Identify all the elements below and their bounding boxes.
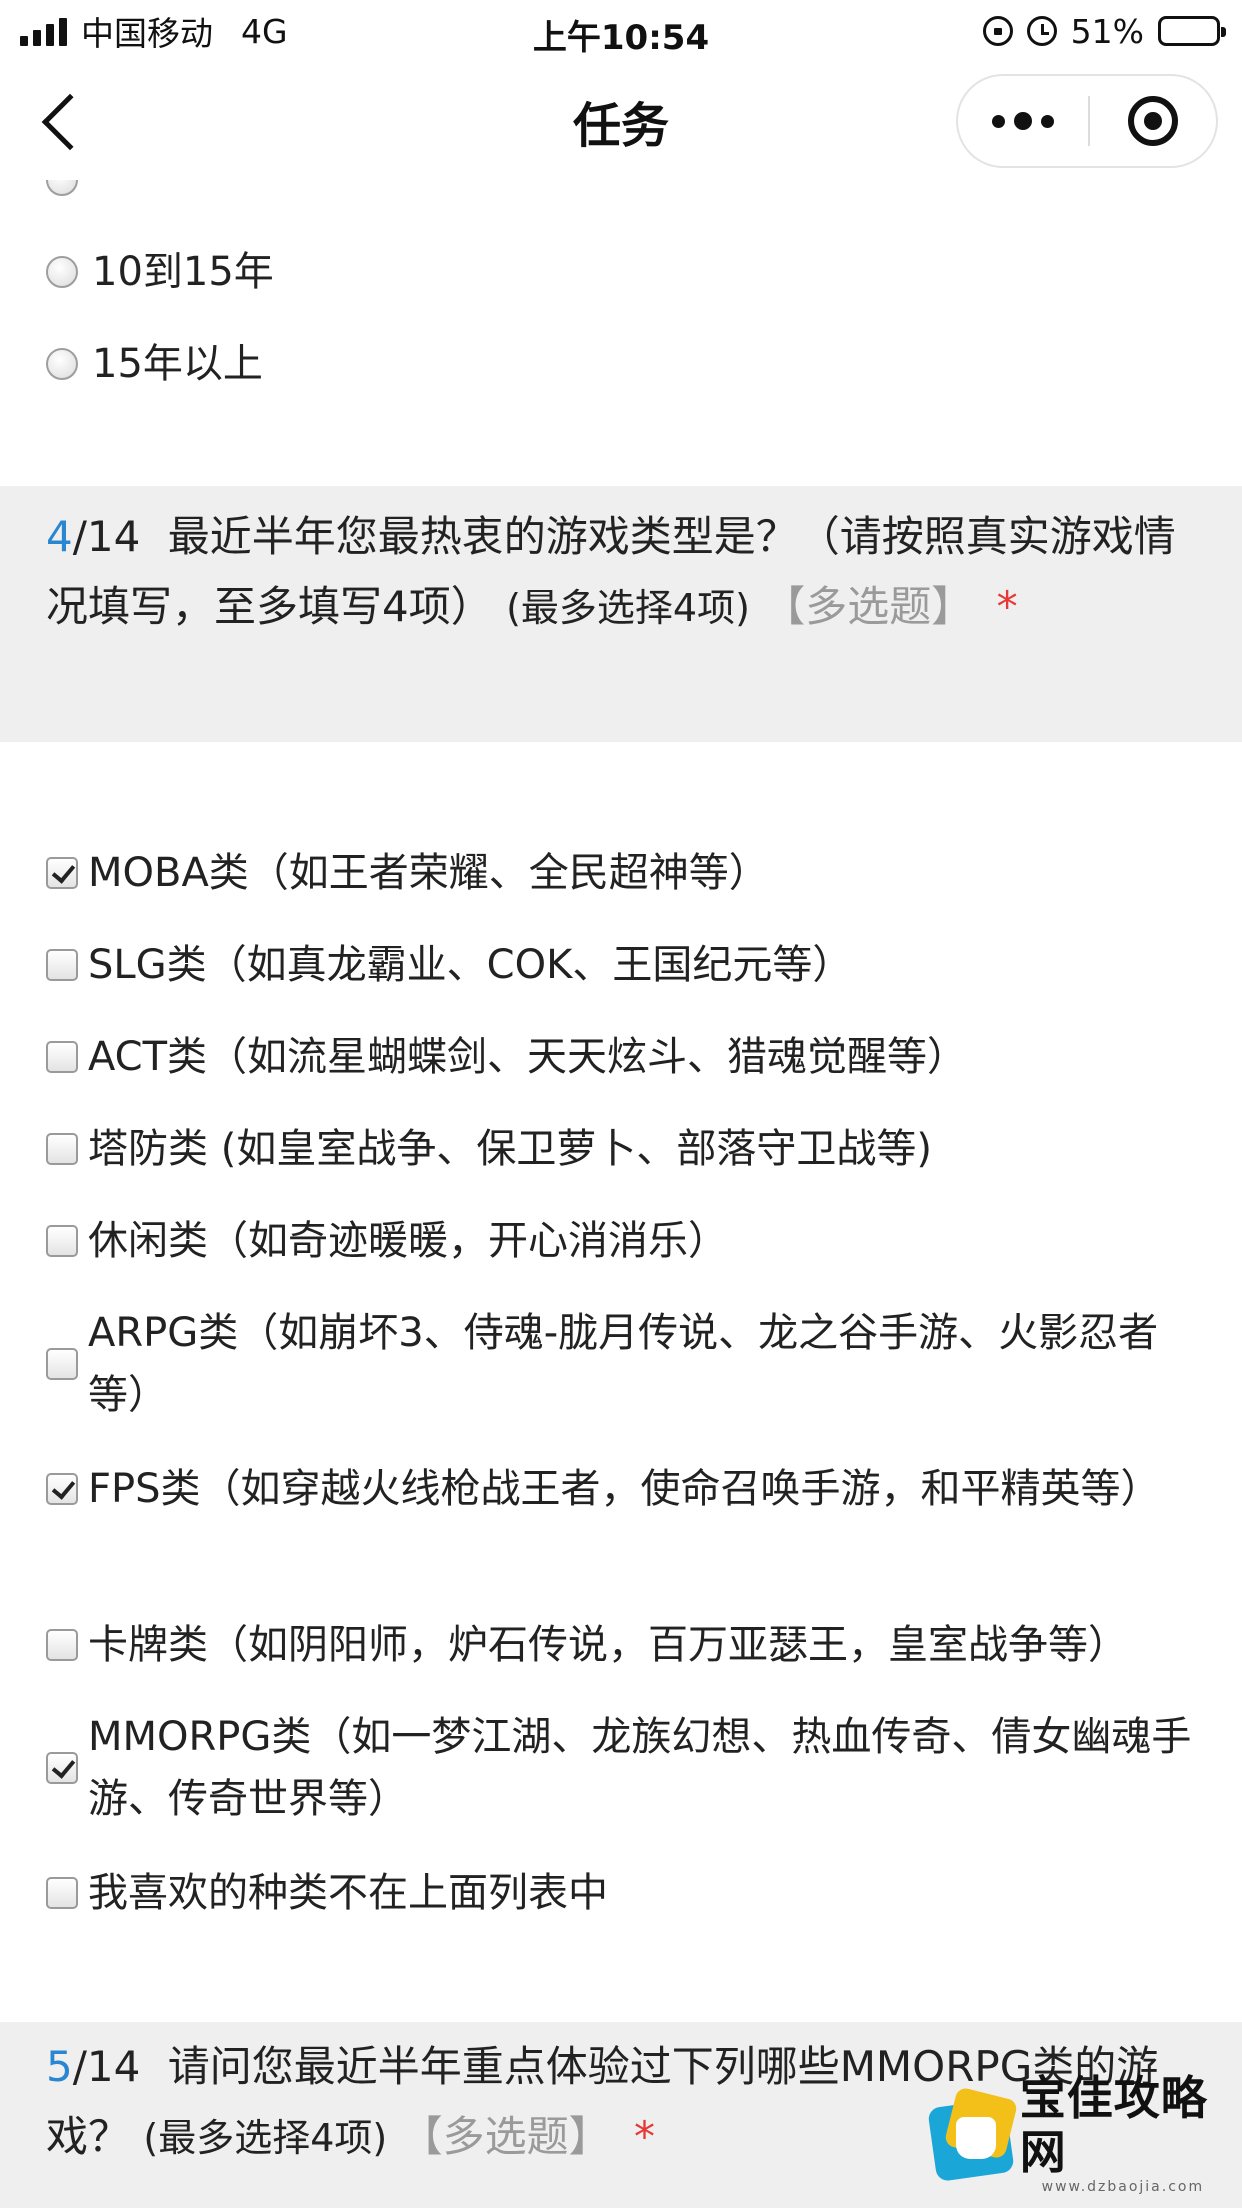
radio-option-label: 10到15年 <box>92 249 274 295</box>
checkbox-label: 我喜欢的种类不在上面列表中 <box>88 1870 608 1916</box>
watermark-logo-icon <box>926 2083 1019 2183</box>
question-header: 4/14 最近半年您最热衷的游戏类型是？（请按照真实游戏情况填写，至多填写4项）… <box>0 486 1242 742</box>
checkbox-option[interactable]: ACT类（如流星蝴蝶剑、天天炫斗、猎魂觉醒等） <box>46 1026 1202 1088</box>
checkbox[interactable] <box>46 857 78 889</box>
nav-bar: 任务 <box>0 62 1242 180</box>
survey-content: 10到15年 15年以上 4/14 最近半年您最热衷的游戏类型是？（请按照真实游… <box>0 180 1242 2208</box>
checkbox-label: ACT类（如流星蝴蝶剑、天天炫斗、猎魂觉醒等） <box>88 1034 968 1080</box>
checkbox-option[interactable]: ARPG类（如崩坏3、侍魂-胧月传说、龙之谷手游、火影忍者等） <box>46 1302 1202 1426</box>
checkbox[interactable] <box>46 1752 78 1784</box>
checkbox-option[interactable]: MMORPG类（如一梦江湖、龙族幻想、热血传奇、倩女幽魂手游、传奇世界等） <box>46 1706 1202 1830</box>
signal-icon <box>20 16 67 46</box>
battery-percent: 51% <box>1070 11 1144 51</box>
question-limit: (最多选择4项) <box>143 2116 388 2160</box>
question-limit: (最多选择4项) <box>506 586 750 630</box>
checkbox[interactable] <box>46 1041 78 1073</box>
dot-icon <box>1041 114 1054 128</box>
question-total: /14 <box>72 2042 141 2091</box>
checkbox-option[interactable]: SLG类（如真龙霸业、COK、王国纪元等） <box>46 934 1202 996</box>
status-right: 51% <box>982 10 1226 52</box>
network-type: 4G <box>241 11 288 51</box>
checkbox-label: MOBA类（如王者荣耀、全民超神等） <box>88 850 769 896</box>
watermark-name: 宝佳攻略网 <box>1019 2071 1208 2179</box>
battery-icon <box>1158 16 1226 46</box>
checkbox-option[interactable]: 塔防类 (如皇室战争、保卫萝卜、部落守卫战等) <box>46 1118 1202 1180</box>
radio-button[interactable] <box>46 348 78 380</box>
question-type-tag: 【多选题】 <box>400 2112 611 2161</box>
watermark-url: www.dzbaojia.com <box>1041 2179 1205 2195</box>
checkbox-label: SLG类（如真龙霸业、COK、王国纪元等） <box>88 942 853 988</box>
carrier-name: 中国移动 <box>81 14 213 53</box>
checkbox-label: 卡牌类（如阴阳师，炉石传说，百万亚瑟王，皇室战争等） <box>88 1622 1128 1668</box>
checkbox[interactable] <box>46 949 78 981</box>
question-type-tag: 【多选题】 <box>763 582 974 631</box>
dot-icon <box>992 114 1005 128</box>
miniprogram-capsule <box>956 74 1218 168</box>
checkbox[interactable] <box>46 1348 78 1380</box>
checkbox[interactable] <box>46 1629 78 1661</box>
question-title: 4/14 最近半年您最热衷的游戏类型是？（请按照真实游戏情况填写，至多填写4项）… <box>46 502 1196 643</box>
checkbox-option[interactable]: FPS类（如穿越火线枪战王者，使命召唤手游，和平精英等） <box>46 1458 1202 1520</box>
checkbox-label: 休闲类（如奇迹暖暖，开心消消乐） <box>88 1218 728 1264</box>
back-arrow-icon[interactable] <box>41 93 99 151</box>
watermark-text: 宝佳攻略网 www.dzbaojia.com <box>1020 2071 1226 2195</box>
checkbox-option[interactable]: 休闲类（如奇迹暖暖，开心消消乐） <box>46 1210 1202 1272</box>
radio-option-partial[interactable] <box>46 180 92 210</box>
checkbox[interactable] <box>46 1473 78 1505</box>
required-mark: * <box>633 2112 655 2161</box>
checkbox-label: FPS类（如穿越火线枪战王者，使命召唤手游，和平精英等） <box>88 1466 1161 1512</box>
checkbox-option[interactable]: 我喜欢的种类不在上面列表中 <box>46 1862 1202 1924</box>
required-mark: * <box>996 582 1018 631</box>
checkbox[interactable] <box>46 1133 78 1165</box>
checkbox-label: MMORPG类（如一梦江湖、龙族幻想、热血传奇、倩女幽魂手游、传奇世界等） <box>88 1714 1192 1822</box>
radio-button[interactable] <box>46 180 78 196</box>
checkbox[interactable] <box>46 1225 78 1257</box>
dot-icon <box>1014 112 1032 130</box>
radio-option[interactable]: 15年以上 <box>46 334 263 394</box>
status-left: 中国移动 4G <box>20 10 288 53</box>
radio-button[interactable] <box>46 256 78 288</box>
alarm-icon <box>1026 16 1057 46</box>
question-total: /14 <box>72 512 141 561</box>
close-miniprogram-button[interactable] <box>1090 76 1216 166</box>
checkbox-label: 塔防类 (如皇室战争、保卫萝卜、部落守卫战等) <box>88 1126 932 1172</box>
checkbox[interactable] <box>46 1877 78 1909</box>
radio-option-label: 15年以上 <box>92 341 263 387</box>
question-number: 4 <box>46 512 73 561</box>
more-options-button[interactable] <box>958 76 1088 166</box>
site-watermark: 宝佳攻略网 www.dzbaojia.com <box>926 2071 1226 2195</box>
target-icon <box>1128 96 1178 146</box>
checkbox-option[interactable]: 卡牌类（如阴阳师，炉石传说，百万亚瑟王，皇室战争等） <box>46 1614 1202 1676</box>
rotation-lock-icon <box>982 16 1013 46</box>
checkbox-option[interactable]: MOBA类（如王者荣耀、全民超神等） <box>46 842 1202 904</box>
checkbox-label: ARPG类（如崩坏3、侍魂-胧月传说、龙之谷手游、火影忍者等） <box>88 1310 1159 1418</box>
status-bar: 中国移动 4G 上午10:54 51% <box>0 0 1242 62</box>
radio-option[interactable]: 10到15年 <box>46 242 274 302</box>
question-number: 5 <box>46 2042 73 2091</box>
